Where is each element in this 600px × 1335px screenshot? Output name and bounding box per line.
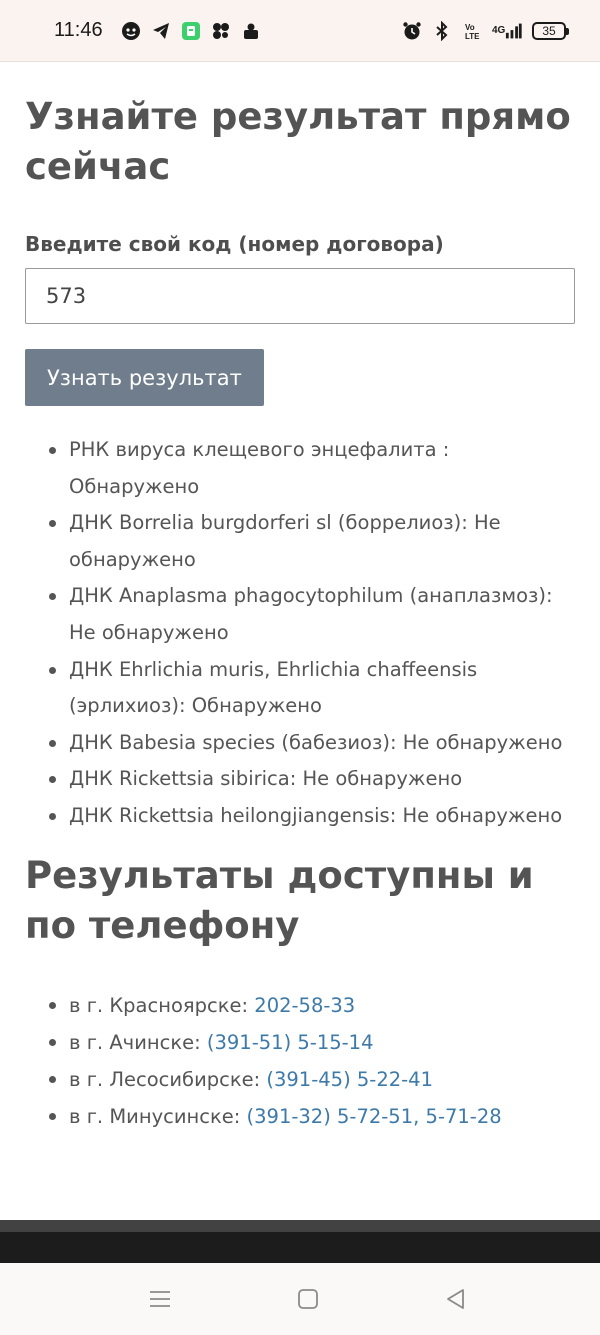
phone-link[interactable]: 202-58-33	[254, 994, 355, 1017]
phone-city-label: в г. Красноярске:	[69, 993, 255, 1017]
result-item: ДНК Ehrlichia muris, Ehrlichia chaffeens…	[49, 652, 575, 725]
result-item: ДНК Anaplasma phagocytophilum (анаплазмо…	[49, 578, 575, 651]
page-footer	[0, 1220, 600, 1263]
phone-link[interactable]: 5-71-28	[426, 1105, 502, 1128]
battery-icon: 35	[532, 21, 569, 40]
bluetooth-icon	[432, 20, 452, 41]
phone-link[interactable]: (391-45) 5-22-41	[266, 1068, 433, 1091]
battery-level: 35	[542, 23, 556, 38]
volte-icon: Vo LTE	[462, 21, 482, 41]
alarm-icon	[402, 21, 422, 41]
phone-section-title: Результаты доступны и по телефону	[25, 853, 534, 947]
phone-list: в г. Красноярске: 202-58-33 в г. Ачинске…	[25, 987, 575, 1135]
back-icon[interactable]	[444, 1287, 468, 1311]
results-list: РНК вируса клещевого энцефалита : Обнару…	[25, 432, 575, 835]
phone-link[interactable]: (391-51) 5-15-14	[207, 1031, 374, 1054]
phone-link[interactable]: (391-32) 5-72-51	[247, 1105, 414, 1128]
phone-city-label: в г. Минусинске:	[69, 1104, 247, 1128]
app-icon	[181, 21, 201, 41]
code-input[interactable]	[25, 268, 575, 324]
home-icon[interactable]	[296, 1287, 320, 1311]
chat-bubble-icon	[121, 21, 141, 41]
status-bar: 11:46 Vo LTE 4G 35	[0, 0, 600, 62]
page-title: Узнайте результат прямо сейчас	[25, 95, 571, 188]
phone-city-label: в г. Ачинске:	[69, 1030, 207, 1054]
svg-text:LTE: LTE	[465, 32, 480, 41]
result-item: РНК вируса клещевого энцефалита : Обнару…	[49, 432, 575, 505]
phone-separator: ,	[413, 1104, 426, 1128]
network-type-label: 4G	[492, 24, 506, 36]
result-item: ДНК Rickettsia sibirica: Не обнаружено	[49, 761, 575, 798]
telegram-icon	[151, 21, 171, 41]
phone-city-label: в г. Лесосибирске:	[69, 1067, 267, 1091]
menu-icon[interactable]	[148, 1287, 172, 1311]
status-time: 11:46	[54, 19, 103, 41]
phone-item-lesosibirsk: в г. Лесосибирске: (391-45) 5-22-41	[49, 1061, 575, 1098]
status-bar-right: Vo LTE 4G 35	[402, 20, 569, 41]
system-nav-bar	[0, 1263, 600, 1335]
main-content: Узнайте результат прямо сейчас Введите с…	[25, 62, 575, 1135]
messenger-icon	[211, 21, 231, 41]
result-item: ДНК Babesia species (бабезиоз): Не обнар…	[49, 725, 575, 762]
svg-text:Vo: Vo	[465, 23, 475, 32]
phone-item-minusinsk: в г. Минусинске: (391-32) 5-72-51, 5-71-…	[49, 1098, 575, 1135]
status-bar-left: 11:46	[54, 19, 261, 42]
get-result-button[interactable]: Узнать результат	[25, 349, 264, 406]
notification-icon	[241, 21, 261, 41]
result-item: ДНК Rickettsia heilongjiangensis: Не обн…	[49, 798, 575, 835]
phone-item-krasnoyarsk: в г. Красноярске: 202-58-33	[49, 987, 575, 1024]
phone-item-achinsk: в г. Ачинске: (391-51) 5-15-14	[49, 1024, 575, 1061]
signal-icon: 4G	[492, 21, 522, 41]
result-item: ДНК Borrelia burgdorferi sl (боррелиоз):…	[49, 505, 575, 578]
code-field-label: Введите свой код (номер договора)	[25, 232, 444, 256]
